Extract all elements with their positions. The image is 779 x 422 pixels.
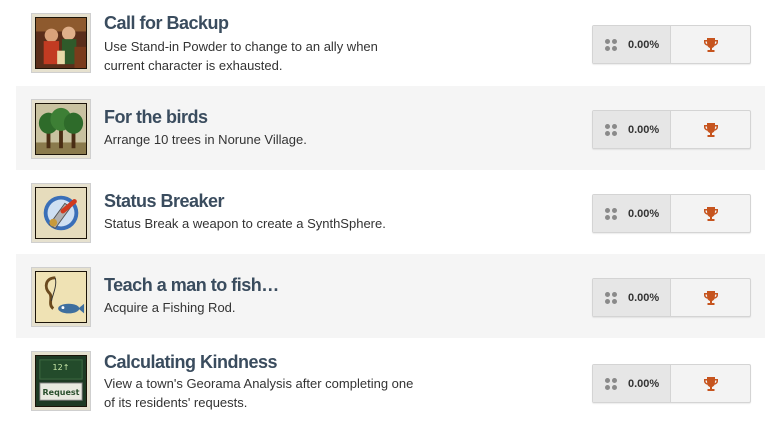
unlock-percentage: 0.00%: [628, 291, 660, 304]
trees-icon: [35, 103, 87, 155]
grid-dots-icon: [605, 38, 617, 51]
broken-sword-icon: [35, 187, 87, 239]
unlock-rate: 0.00%: [593, 26, 671, 63]
unlock-rate: 0.00%: [593, 195, 671, 232]
achievement-stats: 0.00%: [592, 194, 751, 233]
grid-dots-icon: [605, 123, 617, 136]
trophy-icon: [703, 206, 718, 221]
unlock-percentage: 0.00%: [628, 38, 660, 51]
achievement-row: Teach a man to fish… Acquire a Fishing R…: [16, 254, 765, 338]
achievement-description: Status Break a weapon to create a SynthS…: [104, 216, 386, 231]
achievement-description: Arrange 10 trees in Norune Village.: [104, 132, 307, 147]
achievement-row: 12↑ Request Calculating Kindness View a …: [16, 338, 765, 422]
fishing-rod-icon: [35, 271, 87, 323]
trophy-button[interactable]: [671, 365, 750, 402]
achievement-stats: 0.00%: [592, 364, 751, 403]
achievement-title: Teach a man to fish…: [104, 275, 279, 295]
achievement-icon-frame: [31, 99, 91, 159]
achievement-row: Call for Backup Use Stand-in Powder to c…: [16, 0, 765, 86]
achievement-stats: 0.00%: [592, 25, 751, 64]
unlock-percentage: 0.00%: [628, 123, 660, 136]
achievement-row: Status Breaker Status Break a weapon to …: [16, 170, 765, 254]
achievement-list: Call for Backup Use Stand-in Powder to c…: [0, 0, 779, 422]
achievement-description: Acquire a Fishing Rod.: [104, 300, 236, 315]
achievement-description: View a town's Georama Analysis after com…: [104, 376, 414, 410]
unlock-percentage: 0.00%: [628, 377, 660, 390]
achievement-icon-frame: [31, 267, 91, 327]
achievement-icon-frame: [31, 183, 91, 243]
characters-portrait-icon: [35, 17, 87, 69]
achievement-description: Use Stand-in Powder to change to an ally…: [104, 39, 378, 73]
achievement-title: For the birds: [104, 107, 208, 127]
trophy-icon: [703, 290, 718, 305]
achievement-stats: 0.00%: [592, 110, 751, 149]
trophy-icon: [703, 376, 718, 391]
trophy-button[interactable]: [671, 279, 750, 316]
request-board-label: Request: [42, 388, 80, 397]
trophy-button[interactable]: [671, 111, 750, 148]
unlock-percentage: 0.00%: [628, 207, 660, 220]
trophy-icon: [703, 37, 718, 52]
unlock-rate: 0.00%: [593, 279, 671, 316]
trophy-button[interactable]: [671, 26, 750, 63]
grid-dots-icon: [605, 291, 617, 304]
request-board-icon: 12↑ Request: [35, 355, 87, 407]
request-board-counter: 12↑: [52, 363, 70, 372]
achievement-title: Call for Backup: [104, 13, 229, 33]
achievement-icon-frame: 12↑ Request: [31, 351, 91, 411]
grid-dots-icon: [605, 377, 617, 390]
achievement-icon-frame: [31, 13, 91, 73]
grid-dots-icon: [605, 207, 617, 220]
achievement-title: Calculating Kindness: [104, 352, 278, 372]
trophy-button[interactable]: [671, 195, 750, 232]
achievement-stats: 0.00%: [592, 278, 751, 317]
achievement-title: Status Breaker: [104, 191, 225, 211]
achievement-row: For the birds Arrange 10 trees in Norune…: [16, 86, 765, 170]
trophy-icon: [703, 122, 718, 137]
unlock-rate: 0.00%: [593, 111, 671, 148]
unlock-rate: 0.00%: [593, 365, 671, 402]
